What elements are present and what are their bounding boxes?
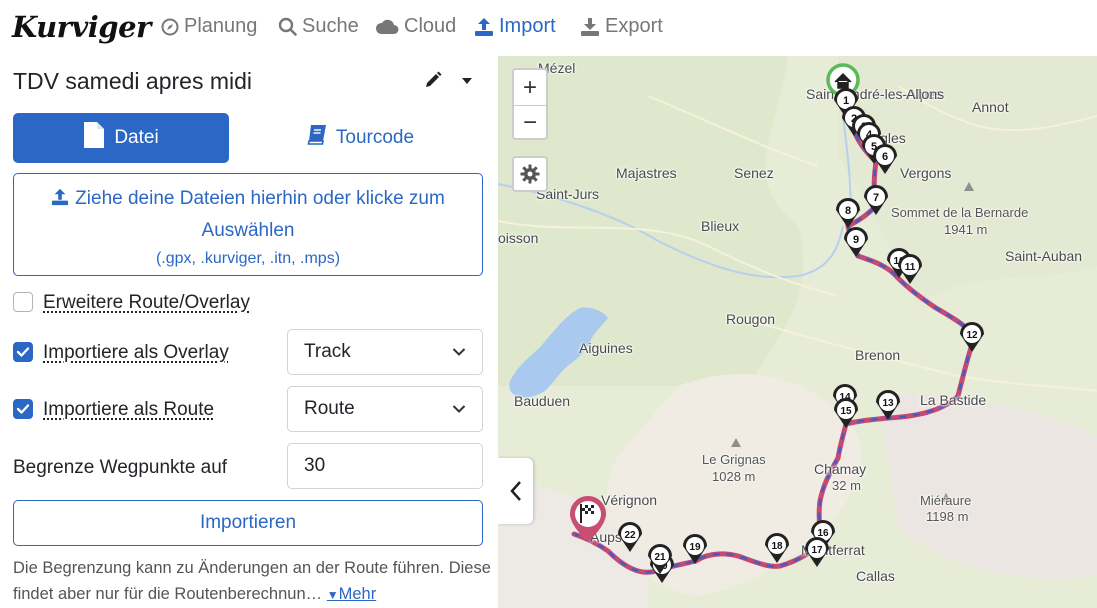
waypoint-number: 15 (840, 406, 852, 417)
waypoint-marker[interactable]: 19 (683, 534, 707, 564)
waypoint-number: 8 (845, 205, 851, 217)
dropzone-main-text: Ziehe deine Dateien hierhin oder klicke … (75, 188, 445, 241)
waypoint-number: 21 (654, 552, 666, 563)
caret-down-icon: ▼ (326, 588, 339, 602)
waypoint-layer: 12345678910111213141516171819202122 (570, 63, 984, 583)
tab-tourcode-label: Tourcode (335, 127, 415, 148)
download-icon (580, 17, 600, 37)
dropzone-text: Ziehe deine Dateien hierhin oder klicke … (14, 184, 482, 246)
tab-datei[interactable]: Datei (13, 113, 229, 163)
extended-route-checkbox[interactable] (13, 292, 33, 312)
import-route-checkbox[interactable] (13, 399, 33, 419)
zoom-in-button[interactable]: + (514, 70, 546, 105)
waypoint-number: 19 (689, 542, 701, 553)
nav-suche-label: Suche (302, 15, 359, 37)
limit-note-text: Die Begrenzung kann zu Änderungen an der… (13, 559, 491, 603)
waypoint-marker[interactable]: 6 (873, 144, 897, 174)
waypoint-marker[interactable]: 7 (864, 185, 888, 215)
waypoint-number: 18 (771, 541, 783, 552)
nav-cloud-label: Cloud (404, 15, 457, 37)
overlay-type-value: Track (304, 341, 351, 362)
import-sidebar: TDV samedi apres midi Datei Tourcode Zie… (0, 56, 498, 608)
nav-import[interactable]: Import (474, 15, 556, 38)
tab-tourcode[interactable]: Tourcode (252, 113, 468, 163)
extended-route-label[interactable]: Erweitere Route/Overlay (43, 292, 250, 314)
waypoint-number: 11 (905, 262, 916, 273)
waypoint-number: 12 (966, 330, 978, 341)
nav-import-label: Import (499, 15, 556, 37)
waypoint-marker[interactable]: 12 (960, 322, 984, 352)
destination-marker[interactable] (570, 496, 606, 542)
waypoint-marker[interactable]: 11 (898, 254, 922, 284)
waypoint-marker[interactable]: 18 (765, 533, 789, 563)
nav-cloud[interactable]: Cloud (375, 15, 456, 38)
overlay-type-select[interactable]: Track (287, 329, 483, 375)
nav-export[interactable]: Export (580, 15, 663, 38)
nav-planung[interactable]: Planung (161, 15, 257, 38)
compass-icon (161, 18, 179, 36)
caret-down-icon[interactable] (459, 74, 475, 86)
pencil-icon[interactable] (423, 70, 443, 90)
waypoint-marker[interactable]: 13 (876, 390, 900, 420)
waypoint-number: 22 (624, 530, 636, 541)
more-link[interactable]: ▼Mehr (327, 585, 376, 603)
route-type-value: Route (304, 398, 355, 419)
waypoint-limit-label: Begrenze Wegpunkte auf (13, 457, 228, 478)
waypoint-marker[interactable]: 9 (844, 227, 868, 257)
waypoint-number: 13 (882, 398, 894, 409)
kurviger-logo[interactable]: Kurviger (12, 10, 151, 44)
waypoint-number: 17 (811, 545, 823, 556)
waypoint-number: 1 (843, 95, 849, 107)
check-icon (16, 404, 30, 414)
route-map[interactable]: Mézel Saint-André-les-Alpes Allons Annot… (498, 56, 1097, 608)
import-overlay-checkbox[interactable] (13, 342, 33, 362)
file-dropzone[interactable]: Ziehe deine Dateien hierhin oder klicke … (13, 173, 483, 276)
waypoint-number: 9 (853, 234, 859, 246)
book-icon (306, 124, 328, 152)
route-title: TDV samedi apres midi (13, 68, 253, 94)
collapse-sidebar-button[interactable] (498, 458, 533, 524)
top-navbar: Kurviger Planung Suche Cloud Import Expo… (0, 0, 1097, 56)
chevron-down-icon (452, 405, 466, 413)
more-link-label: Mehr (338, 585, 377, 603)
upload-icon (51, 186, 69, 216)
route-type-select[interactable]: Route (287, 386, 483, 432)
limit-note: Die Begrenzung kann zu Änderungen an der… (13, 555, 493, 608)
tab-datei-label: Datei (114, 127, 159, 148)
import-overlay-label[interactable]: Importiere als Overlay (43, 342, 229, 364)
gear-icon (520, 164, 540, 184)
chevron-down-icon (452, 348, 466, 356)
waypoint-limit-input[interactable] (287, 443, 483, 489)
chevron-left-icon (509, 481, 521, 501)
map-settings-button[interactable] (512, 156, 548, 192)
nav-export-label: Export (605, 15, 663, 37)
waypoint-marker[interactable]: 8 (836, 198, 860, 228)
waypoint-marker[interactable]: 22 (618, 522, 642, 552)
import-button[interactable]: Importieren (13, 500, 483, 546)
upload-icon (474, 17, 494, 37)
waypoint-marker[interactable]: 17 (805, 537, 829, 567)
check-icon (16, 347, 30, 357)
dropzone-formats: (.gpx, .kurviger, .itn, .mps) (155, 250, 341, 267)
import-route-label[interactable]: Importiere als Route (43, 399, 214, 421)
cloud-icon (375, 18, 399, 35)
zoom-out-button[interactable]: − (514, 105, 546, 140)
waypoint-number: 6 (882, 151, 888, 163)
waypoint-marker[interactable]: 15 (834, 398, 858, 428)
zoom-control: + − (512, 68, 548, 140)
waypoint-number: 7 (873, 192, 879, 204)
search-icon (278, 17, 297, 36)
nav-planung-label: Planung (184, 15, 258, 37)
file-icon (83, 121, 105, 155)
nav-suche[interactable]: Suche (278, 15, 359, 38)
